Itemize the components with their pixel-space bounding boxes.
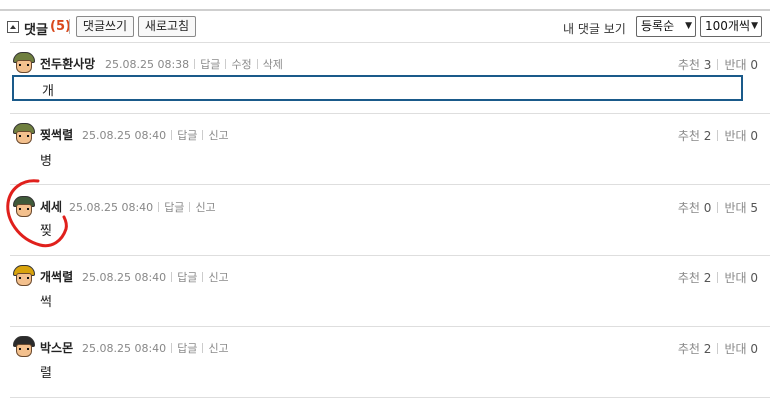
reply-link[interactable]: 답글 — [164, 201, 184, 214]
soldier-avatar-icon — [11, 265, 37, 287]
downvote-button[interactable]: 반대 — [724, 342, 746, 356]
downvote-button[interactable]: 반대 — [724, 129, 746, 143]
header-divider — [69, 19, 70, 34]
comment-body: 렬 — [40, 366, 52, 381]
report-link[interactable]: 신고 — [208, 271, 228, 284]
comment-votes: 추천 0 반대 5 — [678, 199, 758, 216]
report-link[interactable]: 신고 — [208, 342, 228, 355]
upvote-button[interactable]: 추천 — [678, 201, 700, 215]
chevron-down-icon: ▼ — [751, 21, 758, 31]
downvote-count: 5 — [750, 201, 758, 215]
comment-author[interactable]: 전두환사망 — [40, 55, 95, 72]
comment-edit-text: 개 — [42, 84, 54, 99]
upvote-count: 0 — [703, 201, 712, 215]
comment-count: (5) — [50, 19, 71, 34]
comment-divider — [10, 326, 770, 327]
comment-body: 썩 — [40, 295, 52, 310]
comment-meta: 25.08.25 08:40 답글 신고 — [82, 340, 229, 356]
comment-date: 25.08.25 08:40 — [69, 201, 154, 214]
comment-votes: 추천 2 반대 0 — [678, 269, 758, 286]
comment-divider — [10, 184, 770, 185]
upvote-button[interactable]: 추천 — [678, 342, 700, 356]
comment-divider — [10, 255, 770, 256]
report-link[interactable]: 신고 — [195, 201, 215, 214]
comment-edit-input[interactable]: 개 — [12, 75, 743, 101]
sort-order-value: 등록순 — [641, 19, 675, 33]
downvote-count: 0 — [750, 129, 758, 143]
page-size-select[interactable]: 100개씩 ▼ — [700, 16, 762, 37]
my-comments-link[interactable]: 내 댓글 보기 — [563, 20, 626, 37]
write-comment-button[interactable]: 댓글쓰기 — [76, 16, 134, 37]
soldier-avatar-icon — [11, 123, 37, 145]
comment-author[interactable]: 박스몬 — [40, 339, 73, 356]
comment-meta: 25.08.25 08:40 답글 신고 — [82, 269, 229, 285]
upvote-button[interactable]: 추천 — [678, 58, 700, 72]
top-rule — [0, 9, 770, 11]
edit-link[interactable]: 수정 — [231, 58, 251, 71]
comment-divider — [10, 113, 770, 114]
downvote-button[interactable]: 반대 — [724, 271, 746, 285]
chevron-down-icon: ▼ — [685, 21, 692, 31]
comment-header: 댓글 (5) 댓글쓰기 새로고침 내 댓글 보기 등록순 ▼ 100개씩 ▼ — [0, 14, 770, 40]
comment-divider — [10, 397, 770, 398]
upvote-count: 2 — [703, 271, 712, 285]
comment-date: 25.08.25 08:40 — [82, 129, 167, 142]
upvote-count: 2 — [703, 129, 712, 143]
comment-author[interactable]: 개썩렬 — [40, 268, 73, 285]
comment-meta: 25.08.25 08:40 답글 신고 — [69, 199, 216, 215]
refresh-button[interactable]: 새로고침 — [138, 16, 196, 37]
page-size-value: 100개씩 — [705, 19, 750, 33]
comment-meta: 25.08.25 08:40 답글 신고 — [82, 127, 229, 143]
delete-link[interactable]: 삭제 — [263, 58, 283, 71]
report-link[interactable]: 신고 — [208, 129, 228, 142]
comment-votes: 추천 2 반대 0 — [678, 340, 758, 357]
comment-date: 25.08.25 08:38 — [105, 58, 190, 71]
reply-link[interactable]: 답글 — [177, 342, 197, 355]
reply-link[interactable]: 답글 — [177, 129, 197, 142]
comment-date: 25.08.25 08:40 — [82, 342, 167, 355]
reply-link[interactable]: 답글 — [177, 271, 197, 284]
downvote-count: 0 — [750, 58, 758, 72]
collapse-up-icon[interactable] — [7, 21, 19, 33]
upvote-button[interactable]: 추천 — [678, 129, 700, 143]
soldier-avatar-icon — [11, 336, 37, 358]
comment-date: 25.08.25 08:40 — [82, 271, 167, 284]
comment-votes: 추천 3 반대 0 — [678, 56, 758, 73]
downvote-button[interactable]: 반대 — [724, 201, 746, 215]
downvote-count: 0 — [750, 342, 758, 356]
comment-divider — [10, 42, 770, 43]
reply-link[interactable]: 답글 — [200, 58, 220, 71]
comment-votes: 추천 2 반대 0 — [678, 127, 758, 144]
soldier-avatar-icon — [11, 52, 37, 74]
comment-author[interactable]: 찢썩렬 — [40, 126, 73, 143]
upvote-button[interactable]: 추천 — [678, 271, 700, 285]
comment-title: 댓글 — [24, 23, 48, 38]
sort-order-select[interactable]: 등록순 ▼ — [636, 16, 696, 37]
upvote-count: 3 — [703, 58, 712, 72]
red-annotation-mark — [6, 179, 68, 248]
upvote-count: 2 — [703, 342, 712, 356]
comment-meta: 25.08.25 08:38 답글 수정 삭제 — [105, 56, 283, 72]
comment-body: 병 — [40, 154, 52, 169]
downvote-button[interactable]: 반대 — [724, 58, 746, 72]
downvote-count: 0 — [750, 271, 758, 285]
